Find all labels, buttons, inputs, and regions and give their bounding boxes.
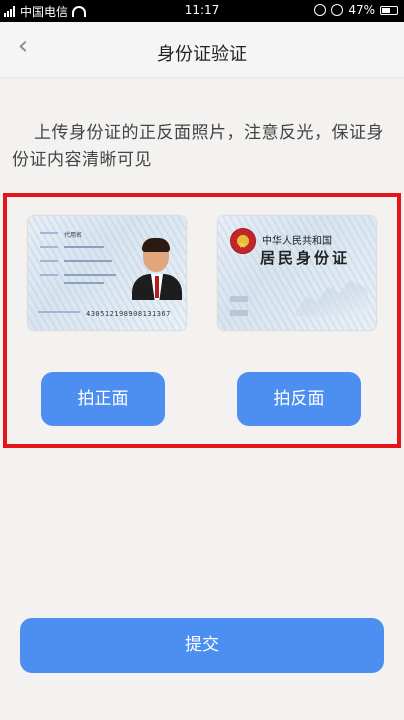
id-card-front-sample[interactable]: 代用名 430512198908131367: [28, 216, 186, 330]
capture-back-button[interactable]: 拍反面: [237, 372, 361, 426]
battery-icon: [380, 5, 398, 15]
submit-button[interactable]: 提交: [20, 618, 384, 673]
capture-front-button[interactable]: 拍正面: [41, 372, 165, 426]
nav-bar: ‹ 身份证验证: [0, 22, 404, 78]
status-bar: 中国电信 11:17 47%: [0, 0, 404, 22]
battery-percent: 47%: [348, 3, 375, 17]
vpn-icon: [314, 4, 327, 16]
id-number: 430512198908131367: [86, 310, 171, 318]
portrait-icon: [132, 236, 182, 300]
alarm-icon: [331, 4, 344, 16]
card-title: 居民身份证: [260, 249, 351, 267]
name-label: 代用名: [64, 232, 83, 239]
page-title: 身份证验证: [157, 44, 247, 65]
instructions-text: 上传身份证的正反面照片，注意反光，保证身份证内容清晰可见: [12, 123, 384, 170]
status-right: 47%: [314, 3, 398, 17]
id-card-back-sample[interactable]: ★ 中华人民共和国 居民身份证: [218, 216, 376, 330]
